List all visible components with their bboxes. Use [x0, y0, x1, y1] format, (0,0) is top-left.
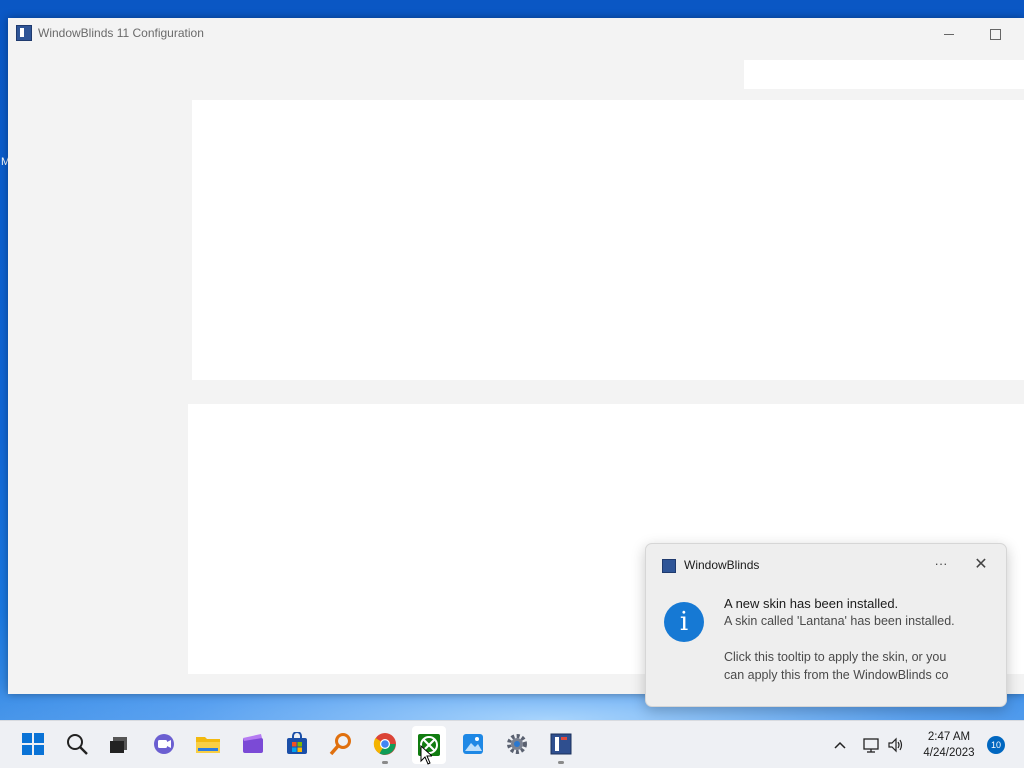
photos-icon	[463, 734, 483, 754]
file-explorer-icon	[196, 737, 220, 753]
chevron-up-icon	[834, 741, 846, 749]
settings-button[interactable]	[504, 731, 530, 757]
search-icon	[67, 734, 88, 755]
clock[interactable]: 2:47 AM 4/24/2023	[916, 729, 982, 761]
chrome-button[interactable]	[372, 731, 398, 757]
chrome-icon	[373, 733, 396, 755]
taskbar: 2:47 AM 4/24/2023	[0, 720, 1024, 768]
microsoft-store-button[interactable]	[284, 731, 310, 757]
file-explorer-button[interactable]	[195, 731, 221, 757]
teams-chat-button[interactable]	[151, 731, 177, 757]
windowblinds-toast-icon	[662, 559, 676, 573]
windowblinds-button[interactable]	[548, 731, 574, 757]
maximize-button[interactable]	[972, 22, 1018, 44]
notification-toast[interactable]: WindowBlinds ··· ✕ i A new skin has been…	[645, 543, 1007, 707]
notification-badge[interactable]: 10	[987, 736, 1005, 754]
title-bar[interactable]: WindowBlinds 11 Configuration	[8, 18, 1024, 48]
show-hidden-icons-button[interactable]	[830, 735, 850, 755]
maximize-icon	[989, 28, 1001, 40]
photos-button[interactable]	[460, 731, 486, 757]
microsoft-store-icon	[287, 732, 307, 754]
task-view-button[interactable]	[106, 731, 132, 757]
close-button[interactable]: ✕	[968, 554, 994, 576]
more-options-button[interactable]: ···	[928, 554, 954, 576]
start-button[interactable]	[20, 731, 46, 757]
toast-app-name: WindowBlinds	[684, 558, 760, 572]
clock-date: 4/24/2023	[923, 747, 975, 759]
info-icon: i	[664, 602, 704, 642]
magnifier-app-icon	[329, 733, 351, 756]
toast-body: A new skin has been installed. A skin ca…	[724, 595, 980, 684]
network-button[interactable]	[862, 735, 882, 755]
toast-message: A skin called 'Lantana' has been install…	[724, 614, 955, 628]
start-icon	[22, 733, 44, 755]
windowblinds-icon	[550, 733, 572, 755]
toast-instruction-2: can apply this from the WindowBlinds co	[724, 668, 949, 682]
running-indicator	[382, 761, 388, 764]
volume-button[interactable]	[886, 735, 906, 755]
minimize-button[interactable]	[926, 22, 972, 44]
search-input[interactable]	[744, 60, 1024, 89]
minimize-icon	[944, 33, 954, 35]
toast-heading: A new skin has been installed.	[724, 596, 899, 611]
teams-chat-icon	[154, 734, 174, 754]
magnifier-app-button[interactable]	[328, 731, 354, 757]
window-title: WindowBlinds 11 Configuration	[38, 26, 204, 40]
content-panel-top	[192, 100, 1024, 380]
running-indicator	[558, 761, 564, 764]
task-view-icon	[110, 737, 127, 753]
settings-icon	[507, 734, 527, 754]
windowblinds-app-icon	[16, 25, 32, 41]
clock-time: 2:47 AM	[927, 731, 971, 743]
network-icon	[863, 738, 879, 753]
toast-instruction-1: Click this tooltip to apply the skin, or…	[724, 650, 947, 664]
mouse-cursor-icon	[420, 745, 432, 765]
clipchamp-button[interactable]	[240, 731, 266, 757]
clipchamp-icon	[243, 734, 263, 753]
volume-icon	[888, 737, 903, 753]
search-button[interactable]	[64, 731, 90, 757]
